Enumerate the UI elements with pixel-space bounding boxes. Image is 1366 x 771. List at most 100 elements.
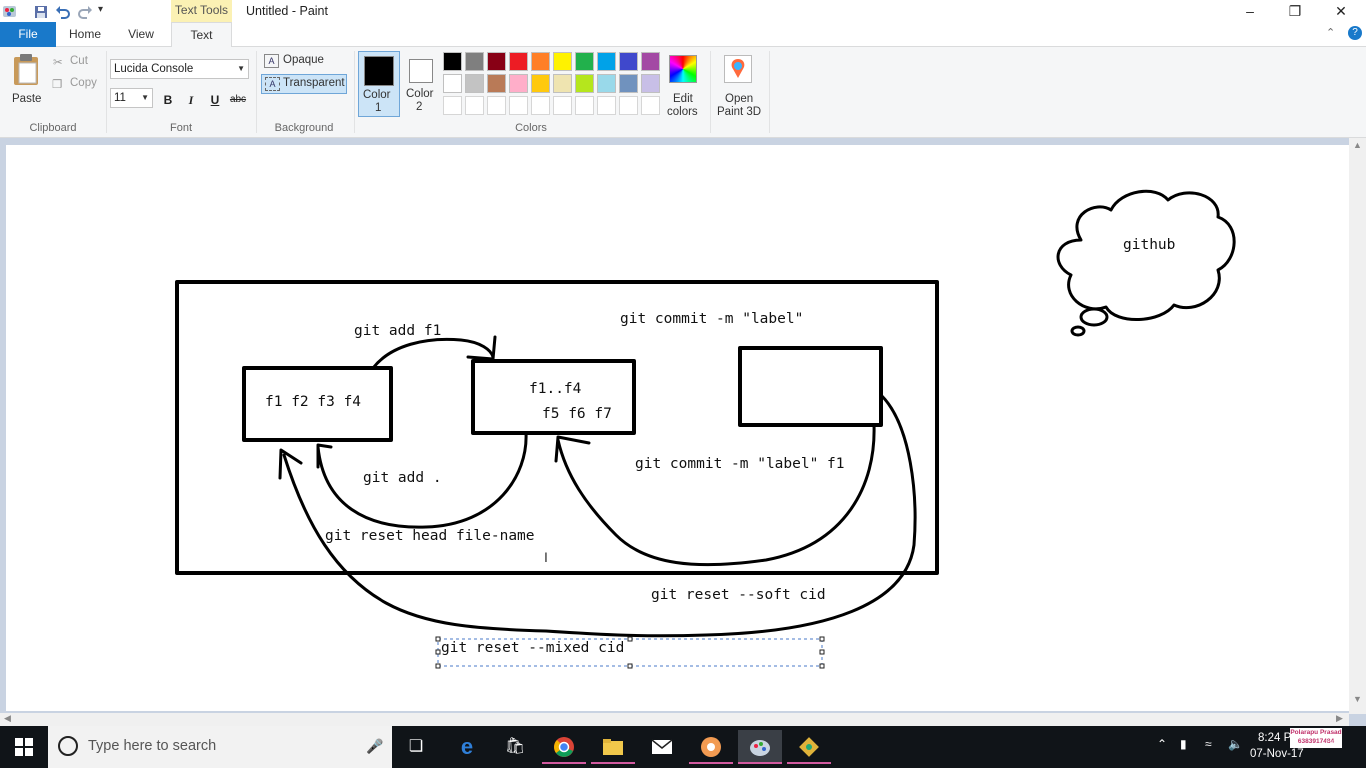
edit-colors-icon: [669, 55, 697, 83]
edit-colors-button[interactable]: Edit colors: [664, 51, 704, 118]
color1-button[interactable]: Color 1: [358, 51, 400, 117]
scroll-right-icon[interactable]: ▶: [1336, 713, 1343, 724]
show-hidden-icons-icon[interactable]: ⌃: [1157, 737, 1167, 751]
wifi-icon[interactable]: ≈: [1205, 737, 1212, 751]
palette-swatch[interactable]: [641, 52, 660, 71]
scroll-up-icon[interactable]: ▲: [1353, 140, 1362, 150]
copy-button[interactable]: Copy: [70, 77, 97, 89]
taskbar-app-orange[interactable]: [689, 730, 733, 764]
taskbar-chrome[interactable]: [542, 730, 586, 764]
help-icon[interactable]: ?: [1348, 26, 1362, 40]
scroll-left-icon[interactable]: ◀: [4, 713, 11, 724]
palette-swatch[interactable]: [487, 74, 506, 93]
drawing-canvas[interactable]: github git add f1 git commit -m "label" …: [6, 145, 1349, 711]
font-size-select[interactable]: 11 ▼: [110, 88, 153, 108]
vertical-scrollbar[interactable]: ▲ ▼: [1349, 138, 1366, 714]
palette-swatch[interactable]: [509, 52, 528, 71]
taskbar-file-explorer[interactable]: [591, 730, 635, 764]
palette-swatch[interactable]: [619, 52, 638, 71]
taskbar-mail[interactable]: [640, 730, 684, 764]
palette-swatch-empty[interactable]: [531, 96, 550, 115]
close-button[interactable]: ✕: [1318, 0, 1364, 22]
taskbar-search-box[interactable]: Type here to search 🎤: [48, 726, 392, 768]
strikethrough-button[interactable]: abc: [228, 90, 248, 110]
palette-swatch[interactable]: [575, 74, 594, 93]
taskbar-store[interactable]: 🛍: [493, 730, 537, 764]
palette-swatch[interactable]: [465, 74, 484, 93]
palette-swatch[interactable]: [531, 52, 550, 71]
palette-swatch[interactable]: [443, 52, 462, 71]
underline-button[interactable]: U: [205, 90, 225, 110]
task-view-icon: ❏: [408, 738, 424, 755]
palette-swatch[interactable]: [597, 74, 616, 93]
bold-button[interactable]: B: [158, 90, 178, 110]
palette-swatch[interactable]: [487, 52, 506, 71]
microphone-icon[interactable]: 🎤: [366, 738, 383, 755]
palette-swatch-empty[interactable]: [619, 96, 638, 115]
taskbar-paint[interactable]: [738, 730, 782, 764]
window-title: Untitled - Paint: [246, 4, 328, 18]
clock-date: 07-Nov-17: [1250, 748, 1304, 760]
start-button[interactable]: [2, 730, 46, 764]
taskbar-git[interactable]: [787, 730, 831, 764]
open-paint3d-button[interactable]: Open Paint 3D: [713, 51, 765, 118]
tab-text[interactable]: Text: [171, 22, 232, 48]
palette-swatch-empty[interactable]: [487, 96, 506, 115]
color2-button[interactable]: Color 2: [402, 51, 440, 117]
battery-icon[interactable]: ▮: [1180, 737, 1187, 751]
ribbon: Paste ✂ Cut ❐ Copy Clipboard Lucida Cons…: [0, 47, 1366, 138]
palette-swatch-empty[interactable]: [465, 96, 484, 115]
palette-swatch[interactable]: [641, 74, 660, 93]
tab-view[interactable]: View: [115, 22, 167, 47]
scroll-down-icon[interactable]: ▼: [1353, 694, 1362, 704]
palette-swatch-empty[interactable]: [443, 96, 462, 115]
palette-swatch[interactable]: [619, 74, 638, 93]
horizontal-scrollbar[interactable]: ◀ ▶: [0, 713, 1349, 726]
italic-button[interactable]: I: [181, 90, 201, 110]
undo-icon[interactable]: [55, 4, 71, 20]
palette-swatch[interactable]: [509, 74, 528, 93]
volume-icon[interactable]: 🔈: [1228, 737, 1243, 751]
palette-swatch[interactable]: [553, 52, 572, 71]
paste-button[interactable]: Paste: [6, 51, 48, 109]
color2-label-line1: Color: [406, 88, 434, 100]
paint-app-icon[interactable]: [2, 4, 18, 20]
minimize-button[interactable]: –: [1227, 0, 1273, 22]
palette-swatch[interactable]: [531, 74, 550, 93]
palette-swatch[interactable]: [597, 52, 616, 71]
git-add-dot-label: git add .: [363, 470, 442, 486]
group-label-background: Background: [274, 122, 334, 134]
palette-swatch[interactable]: [553, 74, 572, 93]
git-reset-mixed-textbox[interactable]: git reset --mixed cid: [441, 640, 624, 656]
palette-swatch[interactable]: [443, 74, 462, 93]
git-add-f1-label: git add f1: [354, 323, 442, 339]
edit-colors-line1: Edit: [673, 93, 693, 105]
palette-swatch-empty[interactable]: [575, 96, 594, 115]
save-icon[interactable]: [33, 4, 49, 20]
customize-quick-access-icon[interactable]: ▾: [98, 4, 114, 20]
notifications-icon[interactable]: □: [1326, 737, 1333, 751]
watermark-name: Polarapu Prasad: [1290, 729, 1342, 736]
palette-swatch[interactable]: [575, 52, 594, 71]
palette-swatch-empty[interactable]: [509, 96, 528, 115]
transparent-button[interactable]: A Transparent: [261, 74, 347, 94]
color1-label-line2: 1: [375, 102, 382, 114]
tab-home[interactable]: Home: [60, 22, 110, 47]
cut-button[interactable]: Cut: [70, 55, 88, 67]
watermark-number: 6383917484: [1297, 738, 1335, 745]
transparent-icon: A: [265, 77, 280, 91]
palette-swatch-empty[interactable]: [553, 96, 572, 115]
palette-swatch-empty[interactable]: [597, 96, 616, 115]
task-view-button[interactable]: ❏: [394, 730, 438, 764]
paint3d-icon: [724, 55, 752, 83]
palette-swatch-empty[interactable]: [641, 96, 660, 115]
opaque-button[interactable]: A Opaque: [261, 52, 351, 71]
palette-swatch[interactable]: [465, 52, 484, 71]
tab-file[interactable]: File: [0, 22, 56, 47]
maximize-button[interactable]: ❐: [1272, 0, 1318, 22]
font-size-value: 11: [114, 92, 126, 104]
font-family-select[interactable]: Lucida Console ▼: [110, 59, 249, 79]
redo-icon[interactable]: [77, 4, 93, 20]
taskbar-edge[interactable]: e: [445, 730, 489, 764]
collapse-ribbon-icon[interactable]: ⌃: [1326, 26, 1335, 39]
